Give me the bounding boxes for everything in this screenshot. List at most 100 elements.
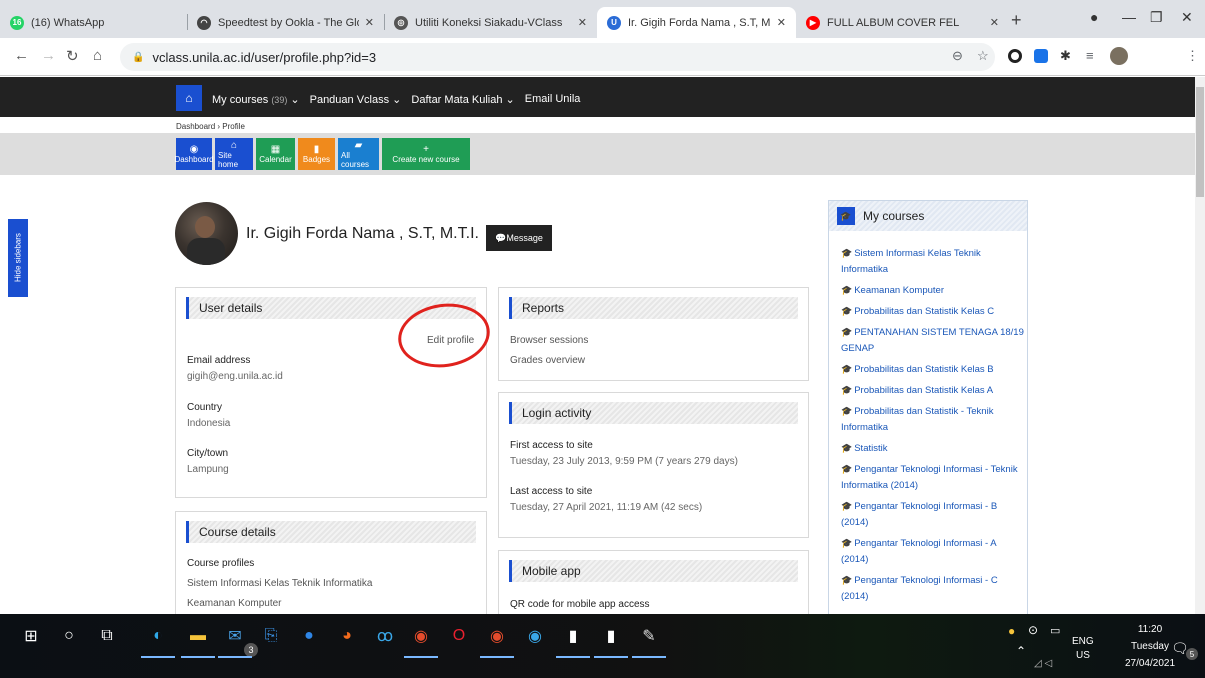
grades-overview-link[interactable]: Grades overview xyxy=(510,355,585,366)
home-icon[interactable]: ⌂ xyxy=(93,47,102,64)
my-course-link[interactable]: 🎓 Pengantar Teknologi Informasi - A (2014… xyxy=(841,535,1025,568)
nav-email[interactable]: Email Unila xyxy=(525,93,581,105)
clock-date[interactable]: 27/04/2021 xyxy=(1120,658,1180,669)
tab-favicon-icon: 16 xyxy=(10,15,24,30)
course-profile-link[interactable]: Keamanan Komputer xyxy=(187,598,282,609)
country-value: Indonesia xyxy=(187,418,231,429)
mail-icon[interactable]: ✉ xyxy=(222,623,248,649)
bookmark-star-icon[interactable]: ☆ xyxy=(977,48,989,64)
graduation-cap-icon: 🎓 xyxy=(841,443,853,453)
browser-tab[interactable]: 16 (16) WhatsApp xyxy=(0,7,187,38)
quick-button[interactable]: ⌂ Site home xyxy=(215,138,253,170)
my-course-label: Sistem Informasi Kelas Teknik Informatik… xyxy=(841,248,981,275)
network-app-icon[interactable]: ⎘ xyxy=(258,623,284,649)
document-2-icon[interactable]: ▮ xyxy=(598,623,624,649)
show-hidden-icons-icon[interactable]: ⌃ xyxy=(1016,644,1026,658)
browser-tab[interactable]: ▶ FULL ALBUM COVER FEL ✕ xyxy=(796,7,1009,38)
tab-close-icon[interactable]: ✕ xyxy=(365,16,374,29)
quick-button[interactable]: ▰ All courses xyxy=(338,138,379,170)
my-course-link[interactable]: 🎓 Pengantar Teknologi Informasi - B (2014… xyxy=(841,498,1025,531)
my-course-link[interactable]: 🎓 Probabilitas dan Statistik Kelas B xyxy=(841,361,1025,378)
breadcrumb[interactable]: Dashboard › Profile xyxy=(176,122,245,131)
email-value[interactable]: gigih@eng.unila.ac.id xyxy=(187,371,283,382)
country-label: Country xyxy=(187,402,223,413)
hide-sidebars-button[interactable]: Hide sidebars xyxy=(8,219,28,297)
task-view-icon[interactable]: ⧉ xyxy=(94,623,120,649)
quick-button[interactable]: + Create new course xyxy=(382,138,470,170)
paint-icon[interactable]: ✎ xyxy=(636,623,662,649)
course-details-card: Course details Course profiles Sistem In… xyxy=(175,511,487,614)
my-course-link[interactable]: 🎓 Pengantar Teknologi Informasi - Teknik … xyxy=(841,461,1025,494)
extensions-puzzle-icon[interactable]: ✱ xyxy=(1060,48,1071,64)
signal-app-icon[interactable]: ● xyxy=(296,623,322,649)
clock-time[interactable]: 11:20 xyxy=(1120,624,1180,635)
address-bar[interactable]: 🔒 vclass.unila.ac.id/user/profile.php?id… xyxy=(120,43,995,71)
user-avatar-icon[interactable] xyxy=(1110,47,1128,65)
my-course-link[interactable]: 🎓 Statistik xyxy=(841,440,1025,457)
browser-sessions-link[interactable]: Browser sessions xyxy=(510,335,588,346)
my-course-link[interactable]: 🎓 Probabilitas dan Statistik Kelas A xyxy=(841,382,1025,399)
tab-close-icon[interactable]: ✕ xyxy=(777,16,786,29)
language-code[interactable]: ENG xyxy=(1072,636,1094,647)
my-course-link[interactable]: 🎓 Keamanan Komputer xyxy=(841,282,1025,299)
my-course-link[interactable]: 🎓 Sistem Informasi Kelas Teknik Informati… xyxy=(841,245,1025,278)
graduation-cap-icon: 🎓 xyxy=(841,364,853,374)
my-course-link[interactable]: 🎓 Probabilitas dan Statistik - Teknik Inf… xyxy=(841,403,1025,436)
edge-icon[interactable]: ◐ xyxy=(145,623,171,649)
profile-dot-icon[interactable]: ● xyxy=(1090,9,1098,25)
battery-icon[interactable]: ▭ xyxy=(1050,624,1060,637)
graduation-cap-icon: 🎓 xyxy=(841,306,853,316)
zoom-icon[interactable]: ⊖ xyxy=(952,48,963,64)
quick-button[interactable]: ◉ Dashboard xyxy=(174,138,214,170)
browser-tab[interactable]: U Ir. Gigih Forda Nama , S.T, M. ✕ xyxy=(597,7,796,38)
nav-panduan[interactable]: Panduan Vclass ⌄ xyxy=(310,93,402,106)
chrome-profile-icon[interactable]: ◉ xyxy=(484,623,510,649)
course-profile-link[interactable]: Sistem Informasi Kelas Teknik Informatik… xyxy=(187,578,372,589)
browser-tab[interactable]: ◎ Utiliti Koneksi Siakadu-VClass ✕ xyxy=(384,7,597,38)
nav-my-courses[interactable]: My courses (39) ⌄ xyxy=(212,93,300,106)
extension-blue-icon[interactable] xyxy=(1034,49,1048,63)
quick-button[interactable]: ▮ Badges xyxy=(298,138,335,170)
browser-tab-strip: 16 (16) WhatsApp ◠ Speedtest by Ookla - The… xyxy=(0,0,1205,38)
tray-app-icon[interactable]: ● xyxy=(1008,624,1015,638)
file-explorer-icon[interactable]: ▬ xyxy=(185,623,211,649)
reading-list-icon[interactable]: ≡ xyxy=(1086,48,1094,63)
my-course-link[interactable]: 🎓 PENTANAHAN SISTEM TENAGA 18/19 GENAP xyxy=(841,324,1025,357)
forward-icon[interactable]: → xyxy=(41,47,56,64)
reload-icon[interactable]: ↻ xyxy=(66,47,79,65)
my-course-label: Probabilitas dan Statistik Kelas C xyxy=(854,306,995,317)
page-scrollbar[interactable] xyxy=(1195,77,1205,614)
minimize-icon[interactable]: — xyxy=(1122,9,1136,25)
chrome-canary-icon[interactable]: ◉ xyxy=(522,623,548,649)
document-icon[interactable]: ▮ xyxy=(560,623,586,649)
region-code[interactable]: US xyxy=(1076,650,1090,661)
tray-sync-icon[interactable]: ⊙ xyxy=(1028,623,1038,637)
graduation-cap-icon: 🎓 xyxy=(837,207,855,225)
quick-button[interactable]: ▦ Calendar xyxy=(256,138,295,170)
opera-icon[interactable]: O xyxy=(446,623,472,649)
tab-close-icon[interactable]: ✕ xyxy=(990,16,999,29)
chrome-icon[interactable]: ◉ xyxy=(408,623,434,649)
wifi-volume-icon[interactable]: ◿ ◁ xyxy=(1034,658,1052,669)
back-icon[interactable]: ← xyxy=(14,47,29,64)
my-course-link[interactable]: 🎓 Pengantar Teknologi Informasi - C (2014… xyxy=(841,572,1025,605)
new-tab-button[interactable]: + xyxy=(1011,10,1022,31)
quick-button-icon: ▦ xyxy=(270,144,281,155)
my-course-link[interactable]: 🎓 Probabilitas dan Statistik Kelas C xyxy=(841,303,1025,320)
extension-opera-icon[interactable] xyxy=(1008,49,1022,63)
graduation-cap-icon: 🎓 xyxy=(841,385,853,395)
message-button[interactable]: 💬Message xyxy=(486,225,552,251)
close-window-icon[interactable]: ✕ xyxy=(1181,9,1193,26)
tab-close-icon[interactable]: ✕ xyxy=(578,16,587,29)
first-access-label: First access to site xyxy=(510,440,593,451)
snip-app-icon[interactable]: ꝏ xyxy=(372,623,398,649)
tab-title: Utiliti Koneksi Siakadu-VClass xyxy=(415,16,563,29)
site-home-icon[interactable]: ⌂ xyxy=(176,85,202,111)
chrome-menu-icon[interactable]: ⋮ xyxy=(1186,48,1199,64)
firefox-icon[interactable]: ◕ xyxy=(334,623,360,649)
browser-tab[interactable]: ◠ Speedtest by Ookla - The Glo ✕ xyxy=(187,7,384,38)
maximize-icon[interactable]: ❐ xyxy=(1150,9,1163,26)
windows-start-icon[interactable]: ⊞ xyxy=(18,623,44,649)
nav-daftar[interactable]: Daftar Mata Kuliah ⌄ xyxy=(411,93,514,106)
search-icon[interactable]: ○ xyxy=(56,623,82,649)
